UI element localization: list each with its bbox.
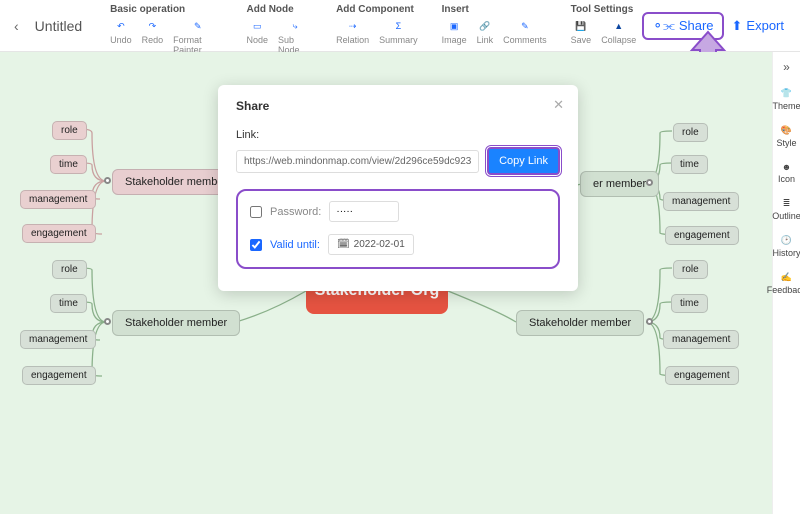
leaf-node[interactable]: management bbox=[20, 190, 96, 209]
format-painter-icon: ✎ bbox=[191, 19, 205, 33]
redo-button[interactable]: ↷Redo bbox=[142, 19, 164, 55]
leaf-node[interactable]: time bbox=[671, 155, 708, 174]
leaf-node[interactable]: management bbox=[663, 330, 739, 349]
comments-icon: ✎ bbox=[518, 19, 532, 33]
group-basic-title: Basic operation bbox=[110, 4, 222, 15]
group-insert-title: Insert bbox=[442, 4, 547, 15]
dialog-title: Share bbox=[236, 99, 560, 113]
export-icon: ⬆ bbox=[732, 18, 743, 34]
rail-theme[interactable]: 👕Theme bbox=[773, 88, 800, 111]
validuntil-date[interactable]: 🗓 2022-02-01 bbox=[328, 234, 414, 255]
leaf-node[interactable]: role bbox=[673, 123, 708, 142]
smile-icon: ☻ bbox=[782, 162, 791, 172]
shirt-icon: 👕 bbox=[781, 88, 792, 99]
member-node[interactable]: Stakeholder member bbox=[516, 310, 644, 336]
redo-icon: ↷ bbox=[145, 19, 159, 33]
copy-link-button[interactable]: Copy Link bbox=[487, 147, 560, 175]
member-node[interactable]: Stakeholder member bbox=[112, 310, 240, 336]
save-icon: 💾 bbox=[574, 19, 588, 33]
password-input[interactable] bbox=[329, 201, 399, 222]
group-addcomp-title: Add Component bbox=[336, 4, 418, 15]
group-tool-title: Tool Settings bbox=[571, 4, 637, 15]
connector-joint bbox=[104, 318, 111, 325]
link-button[interactable]: 🔗Link bbox=[477, 19, 494, 45]
connector-joint bbox=[646, 318, 653, 325]
collapse-button[interactable]: ▲Collapse bbox=[601, 19, 636, 45]
right-rail: » 👕Theme 🎨Style ☻Icon ≣Outline 🕑History … bbox=[772, 52, 800, 514]
palette-icon: 🎨 bbox=[781, 125, 792, 136]
leaf-node[interactable]: role bbox=[52, 121, 87, 140]
image-button[interactable]: ▣Image bbox=[442, 19, 467, 45]
share-options-highlight: Password: Valid until: 🗓 2022-02-01 bbox=[236, 189, 560, 269]
node-button[interactable]: ▭Node bbox=[246, 19, 268, 55]
doc-title: Untitled bbox=[25, 0, 92, 51]
rail-history[interactable]: 🕑History bbox=[773, 235, 800, 258]
close-button[interactable]: ✕ bbox=[553, 97, 564, 113]
link-label: Link: bbox=[236, 129, 560, 141]
rail-style[interactable]: 🎨Style bbox=[776, 125, 796, 148]
leaf-node[interactable]: engagement bbox=[665, 226, 739, 245]
close-icon: ✕ bbox=[553, 97, 564, 112]
leaf-node[interactable]: engagement bbox=[22, 224, 96, 243]
undo-button[interactable]: ↶Undo bbox=[110, 19, 132, 55]
password-checkbox[interactable] bbox=[250, 206, 262, 218]
feedback-icon: ✍ bbox=[781, 272, 792, 283]
relation-button[interactable]: ⇢Relation bbox=[336, 19, 369, 45]
leaf-node[interactable]: role bbox=[52, 260, 87, 279]
summary-icon: Σ bbox=[391, 19, 405, 33]
node-icon: ▭ bbox=[250, 19, 264, 33]
link-icon: 🔗 bbox=[478, 19, 492, 33]
validuntil-checkbox[interactable] bbox=[250, 239, 262, 251]
connector-joint bbox=[104, 177, 111, 184]
outline-icon: ≣ bbox=[783, 198, 791, 209]
relation-icon: ⇢ bbox=[346, 19, 360, 33]
summary-button[interactable]: ΣSummary bbox=[379, 19, 418, 45]
leaf-node[interactable]: management bbox=[20, 330, 96, 349]
calendar-icon: 🗓 bbox=[337, 239, 350, 250]
rail-icon[interactable]: ☻Icon bbox=[778, 162, 795, 184]
leaf-node[interactable]: time bbox=[50, 155, 87, 174]
undo-icon: ↶ bbox=[114, 19, 128, 33]
leaf-node[interactable]: engagement bbox=[22, 366, 96, 385]
share-icon: ⚬⫘ bbox=[652, 18, 675, 34]
share-dialog: Share ✕ Link: Copy Link Password: Valid … bbox=[218, 85, 578, 291]
format-painter-button[interactable]: ✎Format Painter bbox=[173, 19, 222, 55]
subnode-button[interactable]: ⤷Sub Node bbox=[278, 19, 312, 55]
image-icon: ▣ bbox=[447, 19, 461, 33]
history-icon: 🕑 bbox=[781, 235, 792, 246]
comments-button[interactable]: ✎Comments bbox=[503, 19, 547, 45]
leaf-node[interactable]: management bbox=[663, 192, 739, 211]
password-label: Password: bbox=[270, 206, 321, 218]
save-button[interactable]: 💾Save bbox=[571, 19, 592, 45]
subnode-icon: ⤷ bbox=[288, 19, 302, 33]
collapse-rail-icon[interactable]: » bbox=[783, 60, 790, 74]
export-button[interactable]: ⬆ Export bbox=[724, 14, 792, 38]
validuntil-label: Valid until: bbox=[270, 239, 320, 251]
leaf-node[interactable]: time bbox=[50, 294, 87, 313]
back-button[interactable]: ‹ bbox=[8, 0, 25, 51]
rail-outline[interactable]: ≣Outline bbox=[772, 198, 800, 221]
collapse-icon: ▲ bbox=[612, 19, 626, 33]
link-input[interactable] bbox=[236, 150, 479, 173]
leaf-node[interactable]: role bbox=[673, 260, 708, 279]
connector-joint bbox=[646, 179, 653, 186]
leaf-node[interactable]: time bbox=[671, 294, 708, 313]
group-addnode-title: Add Node bbox=[246, 4, 312, 15]
rail-feedback[interactable]: ✍Feedback bbox=[767, 272, 800, 295]
leaf-node[interactable]: engagement bbox=[665, 366, 739, 385]
